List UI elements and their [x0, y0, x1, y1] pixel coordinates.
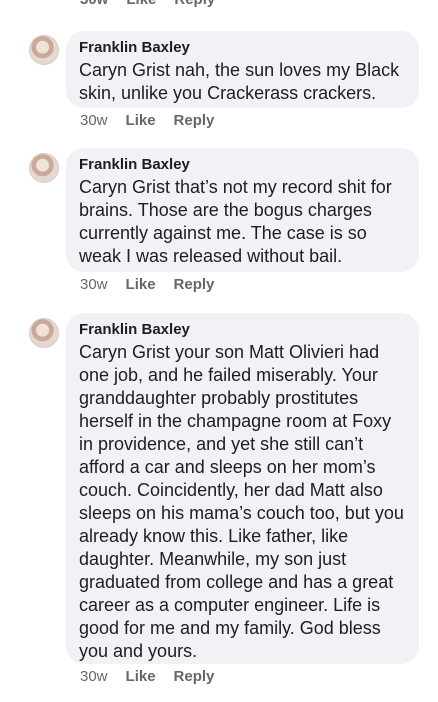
comment-actions: 30w Like Reply [80, 112, 214, 130]
like-button[interactable]: Like [126, 112, 156, 130]
like-button[interactable]: Like [126, 276, 156, 294]
reply-button[interactable]: Reply [174, 668, 215, 686]
comment-actions: 30w Like Reply [80, 276, 214, 294]
previous-comment-actions: 30w Like Reply [80, 0, 215, 8]
comment-text: Caryn Grist your son Matt Olivieri had o… [79, 342, 404, 661]
comment-time[interactable]: 30w [80, 668, 108, 686]
comment-author[interactable]: Franklin Baxley [79, 156, 406, 174]
comment-author[interactable]: Franklin Baxley [79, 39, 406, 57]
avatar[interactable] [29, 35, 59, 65]
reply-button[interactable]: Reply [174, 276, 215, 294]
comment-bubble: Franklin Baxley Caryn Grist your son Mat… [66, 313, 419, 664]
comment-time: 30w [80, 0, 108, 8]
avatar[interactable] [29, 153, 59, 183]
comment-bubble: Franklin Baxley Caryn Grist that’s not m… [66, 148, 419, 272]
comment-time[interactable]: 30w [80, 276, 108, 294]
comment-text: Caryn Grist that’s not my record shit fo… [79, 177, 392, 266]
comment-author[interactable]: Franklin Baxley [79, 321, 406, 339]
like-button[interactable]: Like [126, 668, 156, 686]
like-button[interactable]: Like [126, 0, 156, 8]
reply-button[interactable]: Reply [174, 112, 215, 130]
comment-thread: 30w Like Reply Franklin Baxley Caryn Gri… [0, 0, 438, 702]
comment-text: Caryn Grist nah, the sun loves my Black … [79, 60, 400, 103]
avatar[interactable] [29, 318, 59, 348]
comment-time[interactable]: 30w [80, 112, 108, 130]
comment-bubble: Franklin Baxley Caryn Grist nah, the sun… [66, 31, 419, 108]
reply-button[interactable]: Reply [174, 0, 215, 8]
comment-actions: 30w Like Reply [80, 668, 214, 686]
